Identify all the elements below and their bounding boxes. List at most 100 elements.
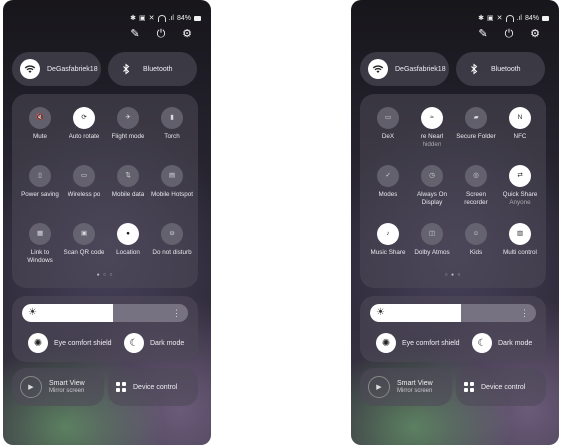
tile-mobile-hotspot[interactable]: ▤ Mobile Hotspot: [150, 165, 194, 223]
more-options-icon[interactable]: ⋮: [172, 307, 181, 319]
eye-comfort-toggle[interactable]: ✺ Eye comfort shield: [376, 333, 460, 353]
tile-torch[interactable]: ▮ Torch: [150, 107, 194, 165]
nfc-icon: N: [509, 107, 531, 129]
hotspot-icon: ▤: [161, 165, 183, 187]
settings-gear-icon[interactable]: ⚙: [529, 28, 541, 40]
nfc-status-icon: ▣: [139, 15, 146, 22]
signal-status-icon: .ıl: [516, 14, 522, 22]
smart-view-button[interactable]: ▶ Smart View Mirror screen: [360, 368, 452, 406]
tile-label: Quick Share: [502, 191, 538, 198]
rotate-icon: ⟳: [73, 107, 95, 129]
bluetooth-status-icon: ✱: [478, 15, 485, 22]
more-options-icon[interactable]: ⋮: [520, 307, 529, 319]
bluetooth-label: Bluetooth: [491, 65, 521, 73]
tile-label: Torch: [164, 133, 180, 140]
mute-status-icon: ✕: [496, 15, 503, 22]
tile-mute[interactable]: 🔇 Mute: [18, 107, 62, 165]
eye-comfort-toggle[interactable]: ✺ Eye comfort shield: [28, 333, 112, 353]
bluetooth-toggle[interactable]: Bluetooth: [456, 52, 545, 86]
quick-settings-panel: 🔇 Mute ⟳ Auto rotate ✈ Flight mode ▮ Torch ▯ Powe…: [12, 94, 198, 288]
quick-share-icon: ⇄: [509, 165, 531, 187]
data-arrows-icon: ⇅: [117, 165, 139, 187]
tile-auto-rotate[interactable]: ⟳ Auto rotate: [62, 107, 106, 165]
tile-label: Do not disturb: [152, 249, 192, 256]
device-control-label: Device control: [133, 383, 178, 391]
tile-screen-recorder[interactable]: ◎ Screen recorder: [454, 165, 498, 223]
tile-label: Auto rotate: [68, 133, 100, 140]
status-bar: ✱ ▣ ✕ .ıl 84%: [478, 14, 549, 22]
tile-nearby-share[interactable]: ≈ re Nearl hidden: [410, 107, 454, 165]
tile-always-on-display[interactable]: ◷ Always On Display: [410, 165, 454, 223]
play-icon: ▶: [20, 376, 42, 398]
brightness-slider[interactable]: ☀ ⋮: [22, 304, 188, 322]
tile-modes[interactable]: ✓ Modes: [366, 165, 410, 223]
sun-icon: ☀: [376, 307, 385, 318]
multi-control-icon: ▥: [509, 223, 531, 245]
dark-mode-toggle[interactable]: ☾ Dark mode: [472, 333, 532, 353]
dnd-icon: ⊖: [161, 223, 183, 245]
tile-label: Screen recorder: [464, 191, 488, 206]
bluetooth-toggle[interactable]: Bluetooth: [108, 52, 197, 86]
tile-quick-share[interactable]: ⇄ Quick Share Anyone: [498, 165, 542, 223]
wireless-power-icon: ▭: [73, 165, 95, 187]
tile-nfc[interactable]: N NFC: [498, 107, 542, 165]
torch-icon: ▮: [161, 107, 183, 129]
device-grid-icon: [464, 382, 474, 392]
quick-settings-panel: ▭ DeX ≈ re Nearl hidden ▰ Secure Folder N NFC ✓ Mo…: [360, 94, 546, 288]
page-indicator: ● ○ ○: [96, 272, 114, 278]
moon-icon: ☾: [124, 333, 144, 353]
wifi-toggle[interactable]: DeGasfabriek18: [12, 52, 101, 86]
clock-icon: ◷: [421, 165, 443, 187]
eye-comfort-label: Eye comfort shield: [402, 339, 460, 347]
moon-icon: ☾: [472, 333, 492, 353]
tile-flight-mode[interactable]: ✈ Flight mode: [106, 107, 150, 165]
edit-pencil-icon[interactable]: ✎: [477, 28, 489, 40]
play-icon: ▶: [368, 376, 390, 398]
device-control-button[interactable]: Device control: [456, 368, 546, 406]
settings-gear-icon[interactable]: ⚙: [181, 28, 193, 40]
tile-label: Dolby Atmos: [414, 249, 450, 256]
smart-view-button[interactable]: ▶ Smart View Mirror screen: [12, 368, 104, 406]
tile-sublabel: hidden: [422, 140, 442, 148]
tile-dex[interactable]: ▭ DeX: [366, 107, 410, 165]
tile-label: Link to Windows: [27, 249, 53, 264]
tile-label: DeX: [381, 133, 395, 140]
tile-label: Location: [116, 249, 140, 256]
tile-label: Secure Folder: [456, 133, 496, 140]
battery-icon: [194, 15, 201, 21]
brightness-slider[interactable]: ☀ ⋮: [370, 304, 536, 322]
power-icon[interactable]: ⏻: [155, 28, 167, 40]
smart-view-subtitle: Mirror screen: [49, 387, 85, 394]
dark-mode-label: Dark mode: [498, 339, 533, 347]
eye-comfort-icon: ✺: [376, 333, 396, 353]
edit-pencil-icon[interactable]: ✎: [129, 28, 141, 40]
airplane-icon: ✈: [117, 107, 139, 129]
dex-icon: ▭: [377, 107, 399, 129]
wifi-toggle[interactable]: DeGasfabriek18: [360, 52, 449, 86]
sun-icon: ☀: [28, 307, 37, 318]
signal-status-icon: .ıl: [168, 14, 174, 22]
power-icon[interactable]: ⏻: [503, 28, 515, 40]
device-grid-icon: [116, 382, 126, 392]
tile-label: Kids: [469, 249, 483, 256]
dark-mode-toggle[interactable]: ☾ Dark mode: [124, 333, 184, 353]
wifi-icon: [20, 59, 40, 79]
device-control-button[interactable]: Device control: [108, 368, 198, 406]
smart-view-subtitle: Mirror screen: [397, 387, 433, 394]
tile-label: Music Share: [370, 249, 406, 256]
mute-icon: 🔇: [29, 107, 51, 129]
tile-secure-folder[interactable]: ▰ Secure Folder: [454, 107, 498, 165]
bluetooth-icon: [116, 59, 136, 79]
battery-percent: 84%: [176, 14, 191, 22]
display-panel: ☀ ⋮ ✺ Eye comfort shield ☾ Dark mode: [12, 296, 198, 362]
tile-label: Multi control: [503, 249, 537, 256]
tile-label: Always On Display: [416, 191, 448, 206]
tile-power-saving[interactable]: ▯ Power saving: [18, 165, 62, 223]
folder-icon: ▰: [465, 107, 487, 129]
tile-wireless-power[interactable]: ▭ Wireless po: [62, 165, 106, 223]
tile-label: Scan QR code: [63, 249, 105, 256]
nearby-icon: ≈: [421, 107, 443, 129]
device-control-label: Device control: [481, 383, 526, 391]
mute-status-icon: ✕: [148, 15, 155, 22]
tile-mobile-data[interactable]: ⇅ Mobile data: [106, 165, 150, 223]
